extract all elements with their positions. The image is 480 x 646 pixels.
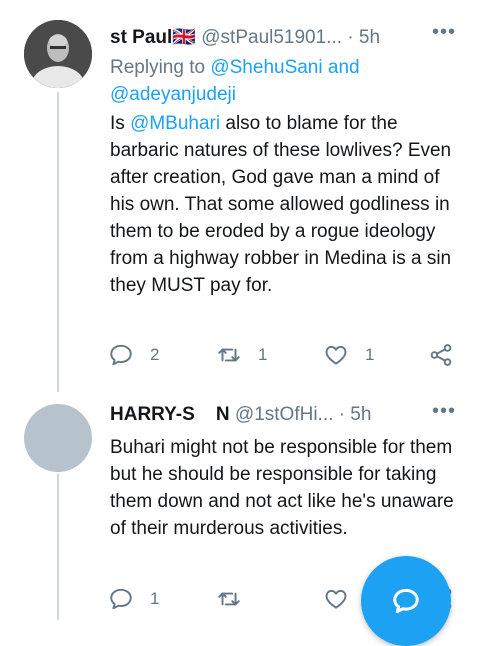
tweet-actions: 2 1 1 [108, 340, 460, 370]
thread-line [57, 474, 59, 620]
replying-to-and: and [327, 57, 360, 78]
reply-count: 1 [150, 589, 160, 608]
more-options-icon[interactable]: ••• [432, 21, 456, 44]
avatar[interactable] [24, 20, 92, 88]
retweet-button[interactable]: 1 [216, 340, 267, 370]
display-name[interactable]: st Paul [110, 27, 172, 48]
more-options-icon[interactable]: ••• [432, 400, 456, 423]
retweet-icon [218, 592, 240, 606]
tweet-text: Buhari might not be responsible for them… [110, 437, 454, 539]
uk-flag-icon: 🇬🇧 [172, 27, 196, 48]
replying-to-user-link[interactable]: @adeyanjudeji [110, 84, 236, 105]
share-icon [430, 344, 452, 366]
user-handle[interactable]: @stPaul51901... [201, 27, 342, 48]
retweet-count: 1 [258, 345, 268, 364]
like-count: 1 [365, 345, 375, 364]
thread-line [57, 92, 59, 392]
reply-icon [110, 344, 132, 366]
reply-button[interactable]: 1 [108, 584, 159, 614]
separator: · [338, 404, 346, 425]
tweet-1[interactable]: st Paul🇬🇧 @stPaul51901... · 5h ••• Reply… [0, 0, 480, 392]
user-handle[interactable]: @1stOfHi... [235, 404, 333, 425]
like-icon [325, 589, 347, 609]
reply-count: 2 [150, 345, 160, 364]
avatar-photo [24, 20, 92, 88]
retweet-icon [218, 348, 240, 362]
replying-to-user-link[interactable]: @ShehuSani [210, 57, 322, 78]
share-button[interactable] [428, 340, 454, 370]
compose-reply-icon [393, 588, 419, 614]
reply-icon [110, 588, 132, 610]
compose-reply-button[interactable] [361, 556, 451, 646]
like-button[interactable] [323, 584, 349, 614]
tweet-text-lead: Is [110, 113, 125, 134]
retweet-button[interactable] [216, 584, 242, 614]
mention-link[interactable]: @MBuhari [130, 113, 220, 134]
tweet-header: st Paul🇬🇧 @stPaul51901... · 5h ••• [110, 21, 460, 51]
tweet-text-rest: also to blame for the barbaric natures o… [110, 113, 452, 296]
replying-to-label: Replying to [110, 57, 206, 78]
replying-to: Replying to @ShehuSani and @adeyanjudeji [110, 54, 360, 108]
display-name[interactable]: HARRY-S N [110, 404, 230, 425]
tweet-header: HARRY-S N @1stOfHi... · 5h ••• [110, 400, 460, 430]
like-button[interactable]: 1 [323, 340, 374, 370]
tweet-text: Is @MBuhari also to blame for the barbar… [110, 110, 460, 299]
timestamp[interactable]: 5h [350, 404, 371, 425]
reply-button[interactable]: 2 [108, 340, 159, 370]
avatar[interactable] [24, 404, 92, 472]
like-icon [325, 345, 347, 365]
timestamp[interactable]: 5h [359, 27, 380, 48]
separator: · [347, 27, 354, 48]
